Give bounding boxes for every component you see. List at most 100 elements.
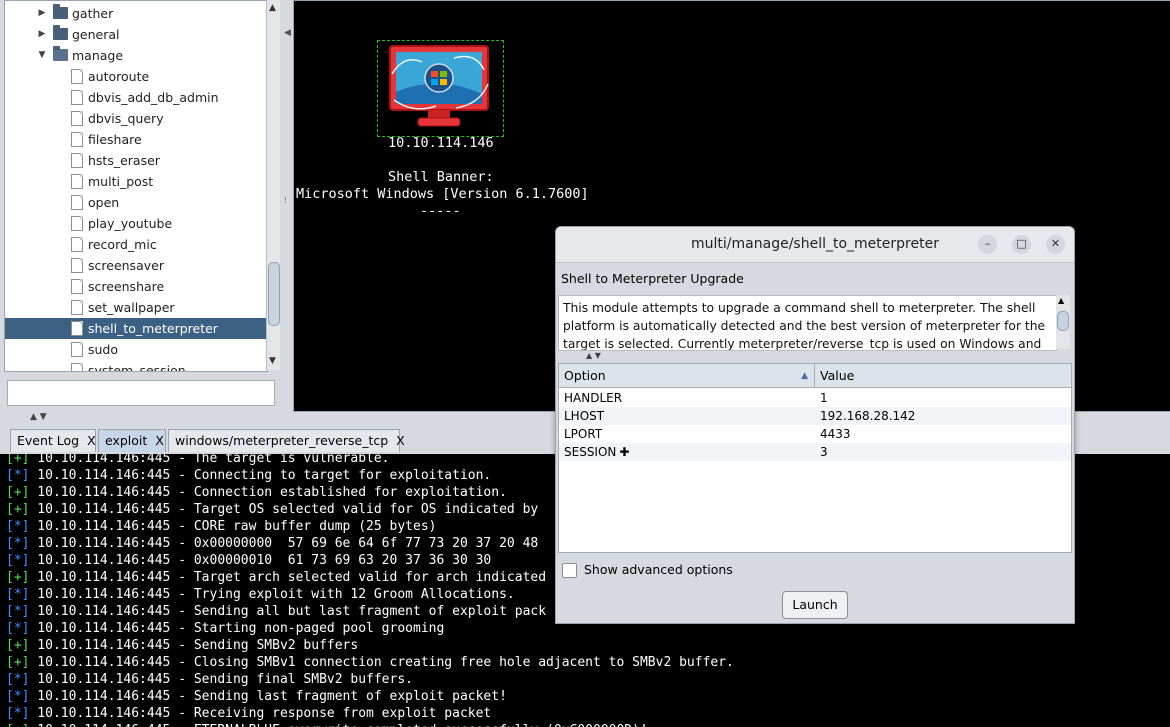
tab-exploit[interactable]: exploit X (98, 429, 166, 452)
tree-item-dbvis-query[interactable]: dbvis_query (5, 108, 267, 129)
dialog-splitter-arrows-icon[interactable]: ▲ ▼ (586, 351, 601, 360)
console-line-text: 10.10.114.146:445 - 0x00000000 57 69 6e … (29, 536, 539, 551)
value-column-header[interactable]: Value (815, 364, 1071, 388)
tree-item-system-session[interactable]: system_session (5, 360, 267, 372)
info-tag: [*] (6, 553, 30, 568)
tree-item-label: play_youtube (88, 216, 173, 231)
option-name: LHOST (564, 407, 604, 425)
tree-item-hsts-eraser[interactable]: hsts_eraser (5, 150, 267, 171)
console-line-text: 10.10.114.146:445 - Sending last fragmen… (29, 689, 507, 704)
option-name-text: HANDLER (564, 391, 623, 405)
module-search-input[interactable] (7, 380, 275, 406)
minimize-button[interactable]: – (978, 235, 997, 254)
collapsed-arrow-icon[interactable]: ▶ (37, 24, 47, 45)
tree-item-label: set_wallpaper (88, 300, 175, 315)
success-tag: [+] (6, 638, 30, 653)
tree-item-open[interactable]: open (5, 192, 267, 213)
option-row-lhost[interactable]: LHOST 192.168.28.142 (559, 407, 1071, 425)
maximize-button[interactable]: □ (1012, 235, 1031, 254)
option-name-text: SESSION (564, 445, 617, 459)
horizontal-splitter-arrows-icon[interactable]: ▲ ▼ (30, 412, 47, 422)
required-marker-icon: ✚ (619, 445, 630, 459)
info-tag: [*] (6, 587, 30, 602)
tree-item-autoroute[interactable]: autoroute (5, 66, 267, 87)
folder-icon (53, 25, 68, 40)
tree-item-gather[interactable]: ▶ gather (5, 3, 267, 24)
description-scroll-thumb[interactable] (1057, 311, 1069, 331)
tree-scrollbar[interactable]: ▲ ▼ (266, 0, 280, 370)
option-row-handler[interactable]: HANDLER 1 (559, 389, 1071, 407)
tree-item-sudo[interactable]: sudo (5, 339, 267, 360)
option-value[interactable]: 192.168.28.142 (820, 407, 915, 425)
option-name: HANDLER (564, 389, 622, 407)
console-line-text: 10.10.114.146:445 - The target is vulner… (29, 454, 390, 466)
collapsed-arrow-icon[interactable]: ▶ (37, 3, 47, 24)
options-table[interactable]: Option ▲ Value HANDLER 1 LHOST 192.168.28.1… (558, 363, 1072, 553)
launch-button[interactable]: Launch (782, 591, 848, 619)
tree-item-screenshare[interactable]: screenshare (5, 276, 267, 297)
collapse-left-arrow-icon[interactable]: ◀ (284, 28, 291, 38)
module-file-icon (71, 342, 83, 357)
success-tag: [+] (6, 723, 29, 727)
scroll-up-arrow-icon[interactable]: ▲ (269, 3, 276, 13)
tree-item-label: system_session (88, 363, 186, 372)
tree-item-label: hsts_eraser (88, 153, 160, 168)
console-line-text: 10.10.114.146:445 - Sending SMBv2 buffer… (29, 638, 359, 653)
module-tree[interactable]: ▶ gather ▶ general ▼ manage autoroute dbvis_add… (4, 0, 268, 372)
tab-meterpreter-reverse-tcp[interactable]: windows/meterpreter_reverse_tcp X (168, 429, 405, 452)
tree-item-label: screensaver (88, 258, 164, 273)
scroll-up-arrow-icon[interactable]: ▲ (1058, 296, 1064, 305)
expanded-arrow-icon[interactable]: ▼ (37, 45, 47, 66)
host-ip-label: 10.10.114.146 (388, 135, 494, 151)
tree-item-screensaver[interactable]: screensaver (5, 255, 267, 276)
tab-event-log[interactable]: Event Log X (10, 429, 96, 452)
option-row-session[interactable]: SESSION ✚ 3 (559, 443, 1071, 461)
tree-item-manage[interactable]: ▼ manage (5, 45, 267, 66)
tree-item-fileshare[interactable]: fileshare (5, 129, 267, 150)
tree-item-play-youtube[interactable]: play_youtube (5, 213, 267, 234)
tree-scroll-thumb[interactable] (268, 262, 280, 326)
tree-item-record-mic[interactable]: record_mic (5, 234, 267, 255)
tree-item-label: multi_post (88, 174, 154, 189)
console-line: [*] 10.10.114.146:445 - Sending final SM… (6, 671, 413, 688)
tab-close-icon[interactable]: X (155, 433, 164, 448)
dialog-title-bar[interactable]: multi/manage/shell_to_meterpreter – □ ✕ (556, 227, 1074, 263)
info-tag: [*] (6, 468, 30, 483)
option-column-header[interactable]: Option ▲ (559, 364, 815, 388)
tab-close-icon[interactable]: X (396, 433, 405, 448)
close-button[interactable]: ✕ (1046, 235, 1065, 254)
console-line-text: 10.10.114.146:445 - Starting non-paged p… (29, 621, 445, 636)
compromised-windows-host-icon[interactable] (384, 44, 494, 129)
tab-close-icon[interactable]: X (87, 433, 96, 448)
module-dialog: multi/manage/shell_to_meterpreter – □ ✕ … (555, 226, 1075, 624)
console-line: [+] 10.10.114.146:445 - Target arch sele… (6, 569, 546, 586)
module-file-icon (71, 279, 83, 294)
console-line: [+] 10.10.114.146:445 - Sending SMBv2 bu… (6, 637, 358, 654)
tab-label: Event Log (17, 433, 80, 448)
tree-item-multi-post[interactable]: multi_post (5, 171, 267, 192)
tree-item-dbvis-add-db-admin[interactable]: dbvis_add_db_admin (5, 87, 267, 108)
option-name: SESSION ✚ (564, 443, 629, 461)
show-advanced-checkbox[interactable] (562, 563, 577, 578)
console-line: [*] 10.10.114.146:445 - CORE raw buffer … (6, 518, 436, 535)
console-line: [+] 10.10.114.146:445 - Target OS select… (6, 501, 538, 518)
console-line: [+] 10.10.114.146:445 - ETERNALBLUE over… (6, 722, 648, 727)
option-value[interactable]: 1 (820, 389, 828, 407)
option-name-text: LHOST (564, 409, 605, 423)
vertical-splitter[interactable]: ◀ ⁝ (283, 0, 292, 412)
console-line-text: 10.10.114.146:445 - Trying exploit with … (29, 587, 515, 602)
option-row-lport[interactable]: LPORT 4433 (559, 425, 1071, 443)
description-scrollbar[interactable]: ▲ (1056, 295, 1070, 349)
console-line: [*] 10.10.114.146:445 - 0x00000010 61 73… (6, 552, 491, 569)
option-value[interactable]: 3 (820, 443, 828, 461)
module-file-icon (71, 258, 83, 273)
console-line: [+] 10.10.114.146:445 - Connection estab… (6, 484, 507, 501)
console-line-text: 10.10.114.146:445 - 0x00000010 61 73 69 … (29, 553, 492, 568)
tree-item-general[interactable]: ▶ general (5, 24, 267, 45)
module-description[interactable]: This module attempts to upgrade a comman… (558, 295, 1057, 351)
tree-item-label: shell_to_meterpreter (88, 321, 218, 336)
scroll-down-arrow-icon[interactable]: ▼ (269, 356, 276, 366)
tree-item-shell-to-meterpreter[interactable]: shell_to_meterpreter (5, 318, 267, 339)
option-value[interactable]: 4433 (820, 425, 851, 443)
tree-item-set-wallpaper[interactable]: set_wallpaper (5, 297, 267, 318)
